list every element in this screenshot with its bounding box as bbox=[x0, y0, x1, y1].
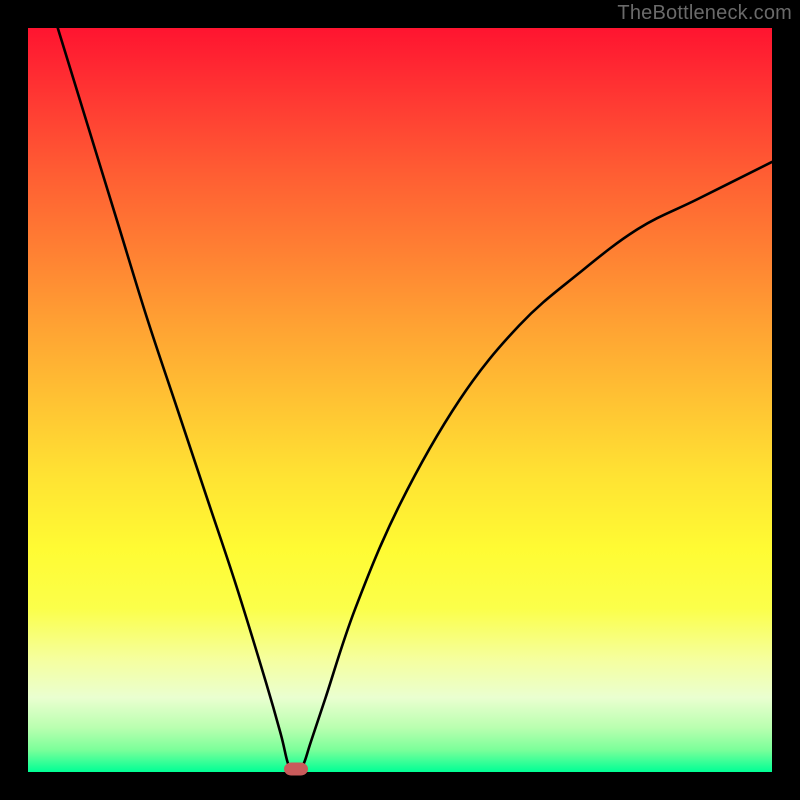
chart-frame: TheBottleneck.com bbox=[0, 0, 800, 800]
optimal-point-marker bbox=[284, 763, 308, 776]
bottleneck-curve bbox=[28, 28, 772, 772]
chart-plot-area bbox=[28, 28, 772, 772]
watermark-text: TheBottleneck.com bbox=[617, 2, 792, 25]
